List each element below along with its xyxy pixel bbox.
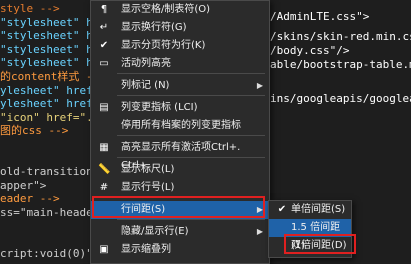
context-menu: ¶ 显示空格/制表符(O) ↵ 显示换行符(G) ✔ 显示分页符为行(K) ▭ 活动列高亮列标… <box>90 0 270 264</box>
code-line: ss="main-heade <box>0 206 93 219</box>
highlight-all-icon: ▦ <box>99 142 109 153</box>
submenu-arrow-icon: ▶ <box>256 81 263 90</box>
check-icon: ✔ <box>99 40 109 51</box>
code-line: ylesheet" href <box>0 97 93 111</box>
ruler-icon: 📏 <box>98 164 111 175</box>
code-line: style --> <box>0 2 60 15</box>
menu-item-label: 列标记 (N) <box>121 80 170 91</box>
code-line: ylesheet" href <box>0 83 93 97</box>
highlight-box-double-spacing <box>284 234 356 254</box>
menu-item[interactable]: ▦ 高亮显示所有激活项Ctrl+. Ctrl+. <box>91 139 269 171</box>
code-line: 的content样式 - <box>0 70 93 83</box>
menu-item-label: 显示换行符(G) <box>121 22 187 33</box>
menu-item[interactable]: ↵ 显示换行符(G) <box>91 19 269 37</box>
menu-item[interactable]: ¶ 显示空格/制表符(O) <box>91 1 269 19</box>
menu-item[interactable]: ▭ 活动列高亮 <box>91 55 269 73</box>
code-line-right: able/bootstrap-table.min <box>270 58 411 71</box>
line-number-icon: # <box>99 182 109 193</box>
highlight-active-icon: ▭ <box>99 58 109 69</box>
code-line: "icon" href="./ <box>0 110 100 124</box>
code-line-right: ins/googleapis/googleap <box>270 92 411 105</box>
show-newline-icon: ↵ <box>99 22 109 33</box>
submenu-item-label: 单倍间距(S) <box>291 204 346 215</box>
code-line-right: /body.css"/> <box>270 44 350 57</box>
code-line-right: /AdminLTE.css"> <box>270 10 370 23</box>
menu-item-label: 显示标尺(L) <box>121 164 175 175</box>
menu-item[interactable]: ▤ 列变更指标 (LCI) <box>91 99 269 117</box>
menu-item[interactable]: # 显示行号(L) <box>91 179 269 197</box>
code-line: apper"> <box>0 178 47 192</box>
menu-item-label: 显示缩叠列 <box>121 244 171 255</box>
menu-item[interactable]: 📏 显示标尺(L) <box>91 161 269 179</box>
check-icon: ✔ <box>277 204 287 215</box>
menu-item[interactable]: 停用所有档案的列变更指标 <box>91 117 269 135</box>
menu-item[interactable]: ✔ 显示分页符为行(K) <box>91 37 269 55</box>
menu-separator <box>117 219 265 220</box>
menu-item-label: 列变更指标 (LCI) <box>121 102 198 113</box>
code-line: 图的css --> <box>0 124 69 138</box>
menu-item[interactable]: 隐藏/显示行(E) ▶ <box>91 223 269 241</box>
menu-item-label: 活动列高亮 <box>121 58 171 69</box>
menu-item-label: 显示行号(L) <box>121 182 175 193</box>
highlight-box-line-spacing <box>92 196 265 218</box>
submenu-arrow-icon: ▶ <box>256 227 263 236</box>
show-whitespace-icon: ¶ <box>100 4 108 15</box>
menu-item-label: 隐藏/显示行(E) <box>121 226 189 237</box>
menu-separator <box>117 95 265 96</box>
submenu-item[interactable]: ✔ 单倍间距(S) <box>269 201 351 219</box>
menu-separator <box>117 135 265 136</box>
menu-item-label: 显示空格/制表符(O) <box>121 4 211 15</box>
fold-icon: ▣ <box>99 244 109 255</box>
column-change-icon: ▤ <box>99 102 109 113</box>
menu-item-label: 显示分页符为行(K) <box>121 40 206 51</box>
menu-item[interactable]: 列标记 (N) ▶ <box>91 77 269 95</box>
menu-item[interactable]: ▣ 显示缩叠列 <box>91 241 269 259</box>
code-line: eader --> <box>0 192 60 206</box>
code-line-right: /skins/skin-red.min.cs <box>270 30 411 43</box>
menu-separator <box>117 73 265 74</box>
menu-item-label: 停用所有档案的列变更指标 <box>121 120 241 131</box>
